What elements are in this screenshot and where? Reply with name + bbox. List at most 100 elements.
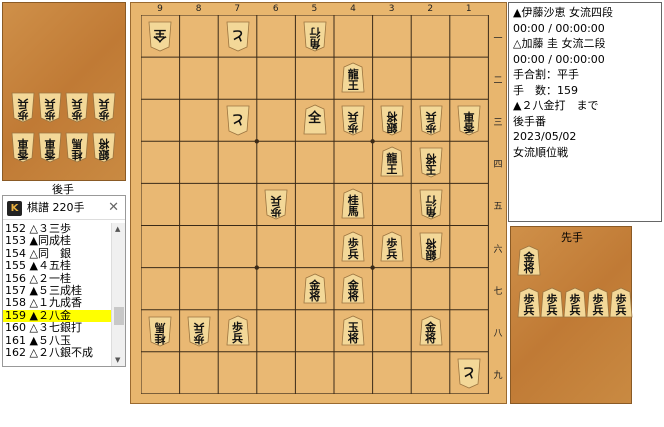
gote-piece[interactable]: 銀 将	[419, 231, 443, 263]
piece-label: 歩 兵	[592, 293, 604, 317]
rank-label: 九	[493, 370, 503, 381]
piece-label: 全	[153, 27, 167, 43]
sente-piece[interactable]: 歩 兵	[540, 287, 564, 319]
kifu-window: K 棋譜 220手 ✕ 152 △３三歩 153 ▲同成桂 154 △同 銀 155 …	[2, 195, 126, 367]
sente-time: 00:00 / 00:00:00	[513, 21, 605, 35]
rank-label: 六	[493, 244, 503, 255]
gote-piece[interactable]: と	[226, 104, 250, 136]
sente-player: ▲伊藤沙恵 女流四段	[513, 6, 613, 19]
piece-label: 金 将	[523, 251, 535, 275]
piece-label: と	[231, 27, 245, 43]
rank-labels: 一二三四五六七八九	[492, 16, 504, 396]
piece-label: 龍 王	[386, 152, 398, 177]
sente-piece[interactable]: 龍 王	[380, 146, 404, 178]
piece-label: 歩 兵	[347, 236, 359, 261]
file-label: 5	[311, 4, 318, 14]
gote-piece-stand: 歩 兵 歩 兵 歩 兵 歩 兵香 車 香 車 桂 馬 銀 将	[2, 2, 126, 181]
gote-piece[interactable]: 歩 兵	[187, 315, 211, 347]
sente-piece[interactable]: 歩 兵	[609, 287, 633, 319]
rank-label: 五	[493, 202, 503, 213]
piece-label: 銀 将	[98, 137, 110, 161]
gote-piece[interactable]: 歩 兵	[419, 104, 443, 136]
kifu-move[interactable]: 160 △３七銀打	[3, 321, 111, 334]
sente-piece[interactable]: 金 将	[341, 273, 365, 305]
piece-label: 角 行	[425, 194, 436, 219]
kifu-title: 棋譜 220手	[27, 201, 85, 214]
gote-piece[interactable]: 銀 将	[380, 104, 404, 136]
kifu-move[interactable]: 155 ▲４五桂	[3, 259, 111, 272]
file-label: 2	[427, 4, 434, 14]
sente-piece[interactable]: 桂 馬	[341, 188, 365, 220]
file-label: 4	[350, 4, 356, 14]
close-icon[interactable]: ✕	[108, 196, 119, 220]
gote-piece[interactable]: 銀 将	[92, 131, 116, 163]
gote-piece[interactable]: 香 車	[457, 104, 481, 136]
kifu-title-bar[interactable]: K 棋譜 220手 ✕	[3, 196, 125, 220]
sente-piece[interactable]: 全	[303, 104, 327, 136]
sente-piece[interactable]: 歩 兵	[226, 315, 250, 347]
sente-piece[interactable]: 歩 兵	[341, 231, 365, 263]
game-info-panel: ▲伊藤沙恵 女流四段 00:00 / 00:00:00 △加藤 圭 女流二段 0…	[508, 2, 662, 222]
event-name: 女流順位戦	[513, 145, 568, 159]
gote-piece[interactable]: 歩 兵	[92, 91, 116, 123]
sente-piece[interactable]: 歩 兵	[380, 231, 404, 263]
gote-piece[interactable]: と	[226, 20, 250, 52]
gote-piece[interactable]: 桂 馬	[148, 315, 172, 347]
piece-label: 香 車	[44, 137, 56, 161]
file-label: 7	[234, 4, 241, 14]
file-label: 3	[388, 4, 395, 14]
sente-piece[interactable]: 金 将	[517, 245, 541, 277]
gote-piece[interactable]: 角 行	[419, 188, 443, 220]
gote-player: △加藤 圭 女流二段	[513, 37, 606, 50]
gote-piece[interactable]: 歩 兵	[341, 104, 365, 136]
gote-piece[interactable]: 歩 兵	[11, 91, 35, 123]
piece-label: 歩 兵	[270, 194, 282, 219]
rank-label: 二	[493, 76, 503, 87]
sente-piece[interactable]: 金 将	[303, 273, 327, 305]
sente-piece[interactable]: 歩 兵	[517, 287, 541, 319]
star-point	[370, 139, 375, 144]
piece-label: 歩 兵	[386, 236, 398, 261]
scroll-up-icon[interactable]: ▲	[115, 225, 120, 233]
gote-piece[interactable]: 角 行	[303, 20, 327, 52]
gote-piece[interactable]: 香 車	[11, 131, 35, 163]
piece-label: 歩 兵	[71, 97, 83, 121]
sente-piece[interactable]: 龍 王	[341, 62, 365, 94]
sente-piece[interactable]: 金 将	[419, 315, 443, 347]
gote-label: 後手	[52, 183, 74, 196]
kifu-move[interactable]: 158 △１九成香	[3, 296, 111, 309]
sente-piece[interactable]: 玉 将	[341, 315, 365, 347]
kifu-scroll-thumb[interactable]	[114, 307, 124, 325]
piece-label: 玉 将	[347, 320, 359, 345]
kifu-move[interactable]: 162 △２八銀不成	[3, 346, 111, 359]
gote-piece[interactable]: 歩 兵	[38, 91, 62, 123]
piece-label: 銀 将	[386, 110, 398, 135]
gote-piece[interactable]: 全	[148, 20, 172, 52]
piece-label: 角 行	[309, 26, 321, 51]
gote-piece[interactable]: 桂 馬	[65, 131, 89, 163]
gote-piece[interactable]: 歩 兵	[264, 188, 288, 220]
piece-label: 桂 馬	[71, 137, 83, 161]
kifu-move[interactable]: 153 ▲同成桂	[3, 234, 111, 247]
kifu-move-list[interactable]: 152 △３三歩 153 ▲同成桂 154 △同 銀 155 ▲４五桂 156 △２一桂…	[3, 223, 111, 366]
move-count: 手 数：159	[513, 83, 578, 97]
scroll-down-icon[interactable]: ▼	[115, 356, 120, 364]
piece-label: 龍 王	[347, 68, 359, 93]
rank-label: 七	[493, 286, 503, 297]
game-date: 2023/05/02	[513, 130, 577, 143]
sente-piece[interactable]: 歩 兵	[586, 287, 610, 319]
gote-piece[interactable]: 歩 兵	[65, 91, 89, 123]
piece-label: 歩 兵	[615, 293, 627, 317]
piece-label: 歩 兵	[193, 320, 205, 345]
piece-label: 歩 兵	[569, 293, 581, 317]
gote-piece[interactable]: 香 車	[38, 131, 62, 163]
board-grid[interactable]: 全と角 行龍 王と全歩 兵銀 将歩 兵香 車龍 王玉 将歩 兵桂 馬角 行歩 兵…	[141, 15, 489, 394]
piece-label: 桂 馬	[154, 320, 166, 345]
sente-label: 先手	[561, 231, 583, 244]
piece-label: 金 将	[425, 320, 436, 345]
kifu-scrollbar[interactable]: ▲ ▼	[111, 223, 125, 366]
gote-piece[interactable]: と	[457, 357, 481, 389]
gote-piece[interactable]: 玉 将	[419, 146, 443, 178]
sente-piece[interactable]: 歩 兵	[563, 287, 587, 319]
piece-label: 金 将	[347, 278, 359, 303]
